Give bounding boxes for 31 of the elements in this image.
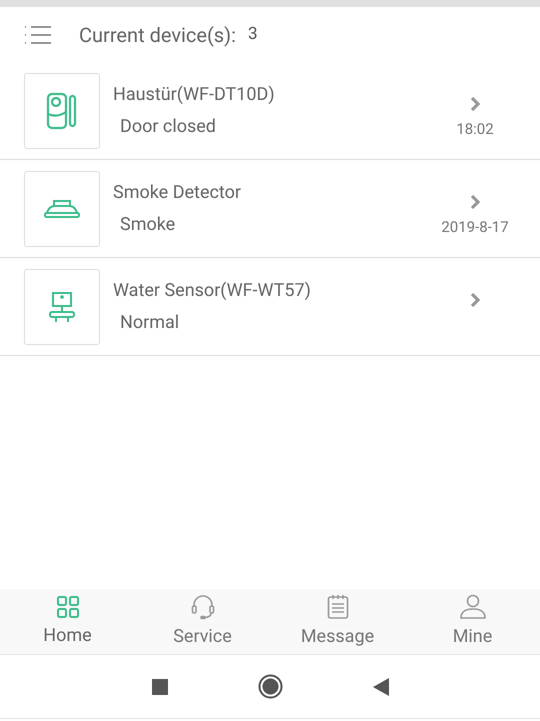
tab[interactable]: Service bbox=[135, 589, 270, 654]
device-row[interactable]: Haustür(WF-DT10D) Door closed 18:02 bbox=[0, 62, 540, 160]
device-status: Normal bbox=[120, 310, 180, 334]
water-sensor-icon bbox=[48, 290, 76, 322]
back-nav-icon[interactable] bbox=[372, 678, 388, 696]
device-status: Door closed bbox=[120, 114, 217, 138]
menu-icon[interactable] bbox=[24, 24, 51, 44]
notepad-icon bbox=[326, 594, 348, 620]
chevron-right-icon bbox=[470, 96, 480, 112]
device-count: 3 bbox=[248, 22, 258, 46]
device-name: Haustür(WF-DT10D) bbox=[113, 82, 276, 106]
headset-icon bbox=[190, 594, 214, 620]
square-nav-icon[interactable] bbox=[152, 678, 168, 694]
last-event-time: 18:02 bbox=[456, 119, 494, 140]
chevron-right-icon bbox=[470, 194, 480, 210]
grid-icon bbox=[56, 594, 80, 618]
door-sensor-icon bbox=[45, 92, 79, 130]
device-name: Water Sensor(WF-WT57) bbox=[113, 278, 312, 302]
person-icon bbox=[458, 594, 486, 620]
device-row[interactable]: Smoke Detector Smoke 2019-8-17 bbox=[0, 160, 540, 258]
smoke-detector-icon bbox=[43, 198, 81, 220]
home-nav-icon[interactable] bbox=[258, 674, 282, 699]
device-name: Smoke Detector bbox=[113, 180, 242, 204]
tab[interactable]: Home bbox=[0, 589, 135, 654]
chevron-right-icon bbox=[470, 292, 480, 308]
device-status: Smoke bbox=[120, 212, 176, 236]
last-event-time: 2019-8-17 bbox=[441, 217, 509, 238]
tab[interactable]: Message bbox=[270, 589, 405, 654]
device-row[interactable]: Water Sensor(WF-WT57) Normal bbox=[0, 258, 540, 356]
device-count-label: Current device(s): bbox=[79, 22, 236, 48]
tab[interactable]: Mine bbox=[405, 589, 540, 654]
